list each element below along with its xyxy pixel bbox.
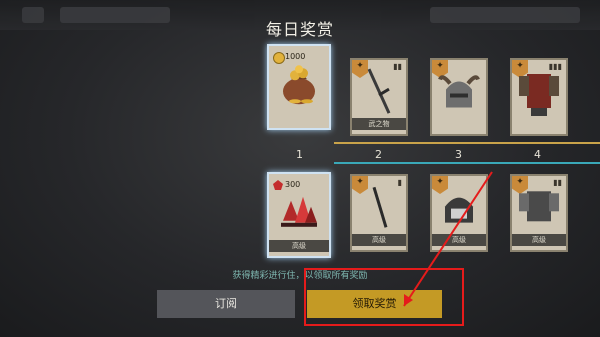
annotation-arrow-icon	[403, 171, 493, 307]
